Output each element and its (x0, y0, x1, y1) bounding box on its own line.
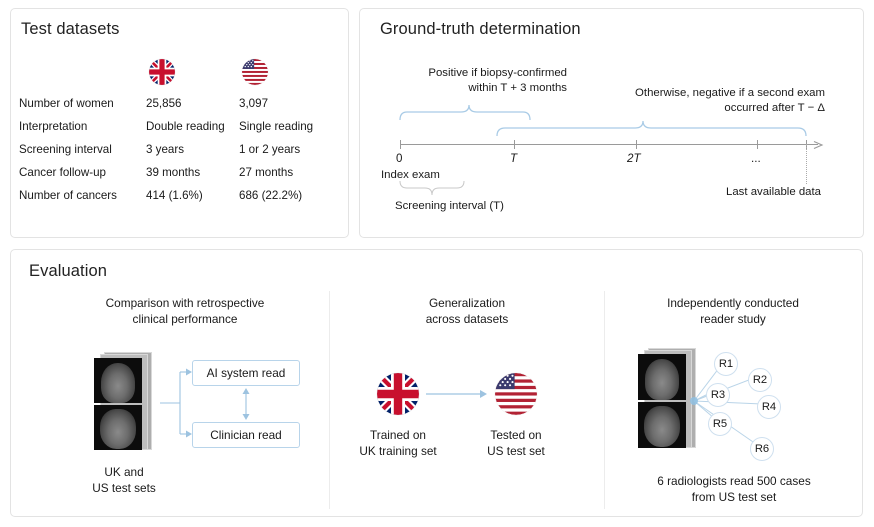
table-row: Number of women 25,856 3,097 (19, 92, 329, 115)
row-value-us: 1 or 2 years (239, 138, 329, 161)
mammogram-image-top (638, 354, 686, 400)
row-value-uk: 25,856 (146, 92, 239, 115)
mammogram-image-bottom (94, 405, 142, 450)
eval-heading-comparison: Comparison with retrospective clinical p… (95, 296, 275, 327)
eval-footer-comparison-line1: UK and (68, 465, 180, 481)
breast-silhouette (644, 406, 680, 447)
mammogram-image-top (94, 358, 142, 403)
eval-heading-reader-study: Independently conducted reader study (643, 296, 823, 327)
eval-footer-tested-line2: US test set (466, 444, 566, 460)
eval-footer-tested-line1: Tested on (466, 428, 566, 444)
us-flag-icon-generalization (495, 373, 537, 415)
breast-silhouette (100, 409, 136, 449)
eval-footer-reader-study: 6 radiologists read 500 cases from US te… (616, 474, 852, 505)
test-datasets-table: Number of women 25,856 3,097 Interpretat… (19, 48, 329, 207)
row-label: Number of women (19, 92, 146, 115)
uk-flag-icon (149, 59, 175, 85)
eval-heading-comparison-line2: clinical performance (95, 312, 275, 328)
mammogram-stack-reader (632, 348, 704, 452)
mammogram-image-bottom (638, 402, 686, 448)
row-value-us: 686 (22.2%) (239, 184, 329, 207)
row-value-us: 3,097 (239, 92, 329, 115)
breast-silhouette (645, 359, 679, 400)
eval-heading-comparison-line1: Comparison with retrospective (95, 296, 275, 312)
eval-heading-generalization-line1: Generalization (382, 296, 552, 312)
caption-positive-line2: within T + 3 months (387, 81, 567, 96)
table-header-row (19, 48, 329, 92)
row-value-us: 27 months (239, 161, 329, 184)
index-exam-label: Index exam (381, 169, 440, 181)
timeline-axis (400, 144, 818, 145)
caption-positive-line1: Positive if biopsy-confirmed (387, 66, 567, 81)
reader-circle-r3: R3 (706, 383, 730, 407)
caption-otherwise-line2: occurred after T − Δ (555, 101, 825, 116)
tick-label-2T: 2T (627, 152, 641, 165)
row-value-uk: Double reading (146, 115, 239, 138)
row-value-us: Single reading (239, 115, 329, 138)
tick-T (514, 140, 515, 149)
eval-footer-comparison-line2: US test sets (68, 481, 180, 497)
eval-footer-trained-line2: UK training set (343, 444, 453, 460)
eval-footer-reader-line1: 6 radiologists read 500 cases (616, 474, 852, 490)
evaluation-divider-2 (604, 291, 605, 509)
eval-heading-reader-line1: Independently conducted (643, 296, 823, 312)
caption-positive: Positive if biopsy-confirmed within T + … (387, 66, 567, 95)
breast-silhouette (101, 363, 135, 403)
evaluation-divider-1 (329, 291, 330, 509)
row-label: Cancer follow-up (19, 161, 146, 184)
reader-circle-r4: R4 (757, 395, 781, 419)
panel-title-test-datasets: Test datasets (21, 20, 120, 39)
reader-circle-r2: R2 (748, 368, 772, 392)
eval-footer-trained-line1: Trained on (343, 428, 453, 444)
tick-label-dots: ... (751, 152, 761, 165)
header-us (239, 48, 329, 92)
row-value-uk: 414 (1.6%) (146, 184, 239, 207)
ground-truth-timeline: Positive if biopsy-confirmed within T + … (359, 8, 864, 238)
us-flag-icon (242, 59, 268, 85)
row-value-uk: 3 years (146, 138, 239, 161)
eval-heading-generalization-line2: across datasets (382, 312, 552, 328)
row-label: Number of cancers (19, 184, 146, 207)
ai-system-read-box[interactable]: AI system read (192, 360, 300, 386)
panel-title-evaluation: Evaluation (29, 262, 107, 281)
last-available-data-label: Last available data (726, 186, 821, 198)
row-value-uk: 39 months (146, 161, 239, 184)
eval-heading-generalization: Generalization across datasets (382, 296, 552, 327)
table-row: Cancer follow-up 39 months 27 months (19, 161, 329, 184)
row-label: Screening interval (19, 138, 146, 161)
eval-heading-reader-line2: reader study (643, 312, 823, 328)
caption-otherwise-line1: Otherwise, negative if a second exam (555, 86, 825, 101)
tick-label-0: 0 (396, 152, 402, 165)
header-spacer (19, 48, 146, 92)
last-data-dropline (806, 144, 807, 184)
tick-label-T: T (510, 152, 517, 165)
table-row: Interpretation Double reading Single rea… (19, 115, 329, 138)
table-row: Screening interval 3 years 1 or 2 years (19, 138, 329, 161)
uk-flag-icon-generalization (377, 373, 419, 415)
eval-footer-tested-on: Tested on US test set (466, 428, 566, 459)
figure-root: Test datasets (0, 0, 874, 527)
header-uk (146, 48, 239, 92)
tick-0 (400, 140, 401, 149)
tick-dots (757, 140, 758, 149)
clinician-read-box[interactable]: Clinician read (192, 422, 300, 448)
row-label: Interpretation (19, 115, 146, 138)
mammogram-stack-comparison (88, 352, 160, 452)
eval-footer-reader-line2: from US test set (616, 490, 852, 506)
eval-footer-trained-on: Trained on UK training set (343, 428, 453, 459)
tick-2T (636, 140, 637, 149)
screening-interval-label: Screening interval (T) (395, 200, 504, 212)
caption-otherwise: Otherwise, negative if a second exam occ… (555, 86, 825, 115)
reader-circle-r6: R6 (750, 437, 774, 461)
reader-circle-r5: R5 (708, 412, 732, 436)
reader-circle-r1: R1 (714, 352, 738, 376)
eval-footer-comparison: UK and US test sets (68, 465, 180, 496)
table-row: Number of cancers 414 (1.6%) 686 (22.2%) (19, 184, 329, 207)
